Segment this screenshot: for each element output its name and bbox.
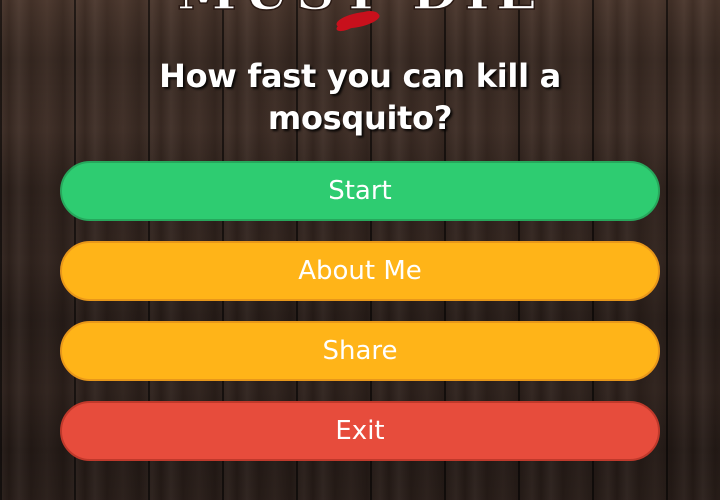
- page-title: How fast you can kill a mosquito?: [100, 55, 620, 139]
- title-line-1: How fast you can kill a: [159, 57, 561, 95]
- about-me-button[interactable]: About Me: [60, 241, 660, 301]
- game-logo: MUST DIE: [176, 0, 543, 32]
- share-button-label: Share: [322, 336, 398, 366]
- share-button[interactable]: Share: [60, 321, 660, 381]
- about-me-button-label: About Me: [298, 256, 422, 286]
- start-button-label: Start: [328, 176, 392, 206]
- exit-button[interactable]: Exit: [60, 401, 660, 461]
- logo-text: MUST DIE: [177, 0, 543, 22]
- title-line-2: mosquito?: [267, 99, 453, 137]
- exit-button-label: Exit: [335, 416, 385, 446]
- start-button[interactable]: Start: [60, 161, 660, 221]
